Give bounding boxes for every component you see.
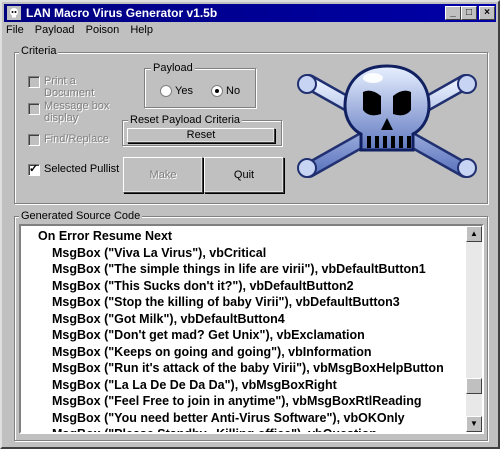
code-line: On Error Resume Next (38, 229, 173, 243)
skull-crossbones-logo (297, 64, 477, 178)
skull-app-icon (7, 6, 21, 20)
reset-group-label: Reset Payload Criteria (128, 114, 243, 126)
code-line: MsgBox ("Keeps on going and going"), vbI… (52, 344, 372, 359)
app-window: LAN Macro Virus Generator v1.5b _ □ × Fi… (0, 0, 500, 449)
find-replace-checkbox[interactable] (28, 134, 40, 146)
payload-no-radio[interactable] (211, 85, 223, 97)
message-box-label: Message box display (44, 100, 110, 124)
code-line: MsgBox ("La La De De Da Da"), vbMsgBoxRi… (52, 377, 337, 392)
title-bar[interactable]: LAN Macro Virus Generator v1.5b _ □ × (4, 4, 496, 22)
source-code-lines: On Error Resume Next MsgBox ("Viva La Vir… (21, 228, 467, 434)
code-line: MsgBox ("This Sucks don't it?"), vbDefau… (52, 278, 354, 293)
payload-yes-radio[interactable] (160, 85, 172, 97)
payload-group-label: Payload (151, 62, 195, 74)
criteria-group-label: Criteria (19, 45, 59, 57)
maximize-button[interactable]: □ (461, 6, 477, 20)
arrow-down-icon: ▼ (470, 419, 478, 428)
window-title: LAN Macro Virus Generator v1.5b (26, 6, 218, 20)
reset-button[interactable]: Reset (127, 128, 275, 143)
make-button[interactable]: Make (123, 157, 203, 193)
menu-file[interactable]: File (6, 24, 24, 36)
source-code-textbox[interactable]: On Error Resume Next MsgBox ("Viva La Vir… (19, 224, 484, 434)
print-document-checkbox[interactable] (28, 76, 40, 88)
minimize-button[interactable]: _ (445, 6, 461, 20)
find-replace-label: Find/Replace (44, 133, 109, 145)
radio-selected-dot (215, 89, 219, 93)
menu-bar: File Payload Poison Help (6, 24, 161, 40)
close-button[interactable]: × (479, 6, 495, 20)
code-line: MsgBox ("Please Standby.. Killing office… (52, 427, 377, 434)
scroll-thumb[interactable] (466, 378, 482, 394)
close-icon: × (484, 7, 490, 18)
source-code-group-label: Generated Source Code (19, 210, 143, 222)
minimize-icon: _ (450, 7, 456, 18)
payload-no-label: No (226, 85, 241, 97)
quit-button[interactable]: Quit (204, 157, 284, 193)
scroll-up-button[interactable]: ▲ (466, 226, 482, 242)
checkmark-icon: ✓ (29, 163, 39, 175)
code-line: MsgBox ("Stop the killing of baby Virii"… (52, 295, 400, 309)
code-line: MsgBox ("Don't get mad? Get Unix"), vbEx… (52, 328, 365, 342)
code-line: MsgBox ("Viva La Virus"), vbCritical (52, 245, 267, 260)
code-line: MsgBox ("Run it's attack of the baby Vir… (52, 361, 444, 375)
scroll-down-button[interactable]: ▼ (466, 416, 482, 432)
menu-poison[interactable]: Poison (86, 24, 120, 36)
code-line: MsgBox ("Feel Free to join in anytime"),… (52, 394, 422, 408)
code-line: MsgBox ("Got Milk"), vbDefaultButton4 (52, 311, 285, 326)
payload-yes-label: Yes (175, 85, 193, 97)
menu-help[interactable]: Help (130, 24, 153, 36)
message-box-checkbox[interactable] (28, 103, 40, 115)
source-code-scrollbar[interactable]: ▲ ▼ (466, 226, 482, 432)
selected-pullist-checkbox[interactable]: ✓ (28, 163, 40, 176)
print-document-label: Print a Document (44, 75, 95, 99)
code-line: MsgBox ("You need better Anti-Virus Soft… (52, 410, 405, 425)
code-line: MsgBox ("The simple things in life are v… (52, 262, 426, 276)
selected-pullist-label: Selected Pullist (44, 163, 120, 175)
arrow-up-icon: ▲ (470, 229, 478, 238)
menu-payload[interactable]: Payload (35, 24, 75, 36)
maximize-icon: □ (465, 7, 473, 18)
